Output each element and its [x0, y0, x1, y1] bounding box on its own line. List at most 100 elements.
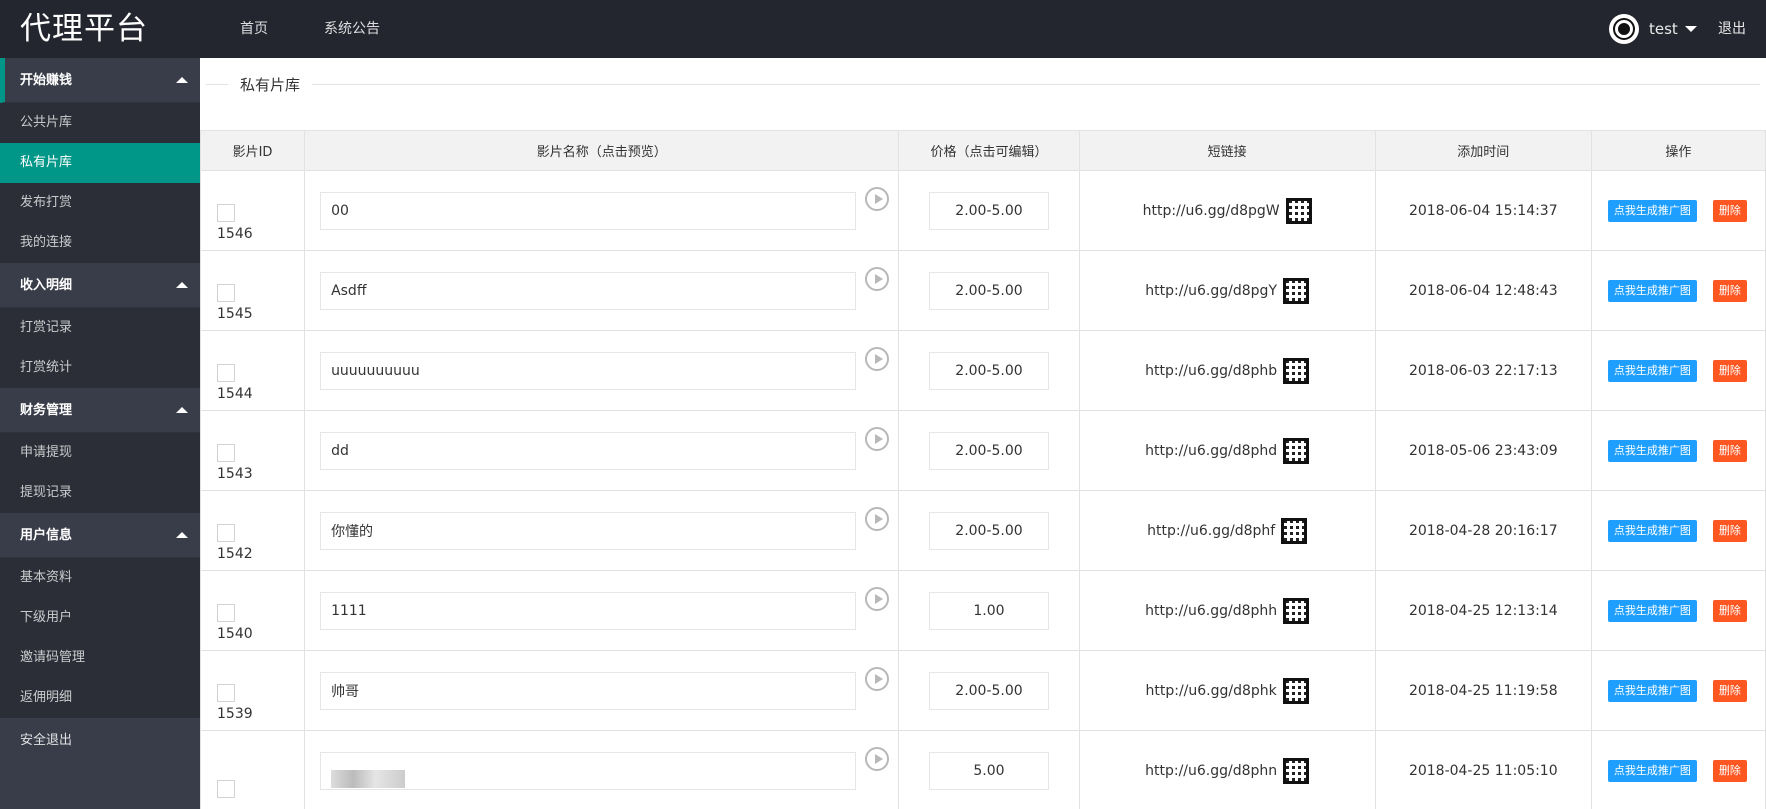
sidebar-item-sub-users[interactable]: 下级用户 — [0, 598, 200, 638]
sidebar-item-public-library[interactable]: 公共片库 — [0, 103, 200, 143]
play-icon[interactable] — [865, 747, 890, 771]
row-checkbox[interactable] — [217, 284, 235, 302]
cell-name: 你懂的 — [304, 490, 900, 571]
qr-code-icon[interactable] — [1283, 357, 1310, 384]
delete-button[interactable]: 删除 — [1712, 279, 1747, 302]
video-name-input[interactable]: 1111 — [320, 591, 857, 630]
qr-code-icon[interactable] — [1283, 437, 1310, 464]
video-name-input[interactable]: 帅哥 — [320, 671, 857, 710]
qr-code-icon[interactable] — [1283, 597, 1310, 624]
video-name-input[interactable]: 00 — [320, 191, 857, 230]
row-checkbox[interactable] — [217, 684, 235, 702]
col-header-name[interactable]: 影片名称（点击预览） — [304, 130, 900, 171]
video-name-input[interactable]: 你懂的 — [320, 511, 857, 550]
row-checkbox[interactable] — [217, 444, 235, 462]
generate-promo-button[interactable]: 点我生成推广图 — [1607, 679, 1697, 702]
video-name-input[interactable]: uuuuuuuuuu — [320, 351, 857, 390]
video-name-input[interactable]: dd — [320, 431, 857, 470]
col-header-price[interactable]: 价格（点击可编辑） — [898, 130, 1080, 171]
generate-promo-button[interactable]: 点我生成推广图 — [1607, 199, 1697, 222]
sidebar-item-apply-withdraw[interactable]: 申请提现 — [0, 433, 200, 473]
delete-button[interactable]: 删除 — [1712, 679, 1747, 702]
price-input[interactable]: 2.00-5.00 — [928, 271, 1049, 310]
price-input[interactable]: 2.00-5.00 — [928, 511, 1049, 550]
col-header-time[interactable]: 添加时间 — [1374, 130, 1592, 171]
sidebar-item-reward-records[interactable]: 打赏记录 — [0, 308, 200, 348]
generate-promo-button[interactable]: 点我生成推广图 — [1607, 599, 1697, 622]
generate-promo-button[interactable]: 点我生成推广图 — [1607, 439, 1697, 462]
qr-code-icon[interactable] — [1281, 517, 1308, 544]
row-checkbox[interactable] — [217, 364, 235, 382]
generate-promo-button[interactable]: 点我生成推广图 — [1607, 279, 1697, 302]
cell-id: 1539 — [200, 650, 306, 731]
delete-button[interactable]: 删除 — [1712, 439, 1747, 462]
play-icon[interactable] — [865, 427, 890, 451]
qr-code-icon[interactable] — [1283, 277, 1309, 304]
cell-link: http://u6.gg/d8phk — [1078, 650, 1376, 731]
qr-code-icon[interactable] — [1282, 677, 1309, 704]
sidebar-group-finance[interactable]: 财务管理 — [0, 388, 200, 433]
logout-link[interactable]: 退出 — [1718, 0, 1746, 58]
generate-promo-button[interactable]: 点我生成推广图 — [1607, 359, 1697, 382]
sidebar-item-invite-codes[interactable]: 邀请码管理 — [0, 638, 200, 678]
price-input[interactable]: 1.00 — [928, 591, 1049, 630]
row-checkbox[interactable] — [217, 780, 235, 798]
sidebar-item-commission[interactable]: 返佣明细 — [0, 678, 200, 718]
table-row: 1542 你懂的 2.00-5.00 http://u6.gg/d8phf 20… — [200, 490, 1766, 571]
video-name-input[interactable] — [320, 751, 857, 790]
row-checkbox[interactable] — [217, 204, 235, 222]
cell-actions: 点我生成推广图 删除 — [1590, 490, 1766, 571]
sidebar-item-profile[interactable]: 基本资料 — [0, 558, 200, 598]
play-icon[interactable] — [865, 187, 890, 211]
generate-promo-button[interactable]: 点我生成推广图 — [1607, 519, 1697, 542]
sidebar-item-my-links[interactable]: 我的连接 — [0, 223, 200, 263]
short-link[interactable]: http://u6.gg/d8phf — [1147, 523, 1275, 539]
sidebar-item-reward-stats[interactable]: 打赏统计 — [0, 348, 200, 388]
nav-home[interactable]: 首页 — [240, 0, 268, 58]
play-icon[interactable] — [865, 587, 890, 611]
row-checkbox[interactable] — [217, 604, 235, 622]
price-input[interactable]: 2.00-5.00 — [928, 351, 1049, 390]
play-icon[interactable] — [865, 667, 890, 691]
cell-price: 2.00-5.00 — [898, 650, 1080, 731]
price-input[interactable]: 2.00-5.00 — [928, 431, 1049, 470]
delete-button[interactable]: 删除 — [1712, 759, 1747, 782]
delete-button[interactable]: 删除 — [1712, 199, 1747, 222]
cell-price: 1.00 — [898, 570, 1080, 651]
generate-promo-button[interactable]: 点我生成推广图 — [1607, 759, 1697, 782]
sidebar-item-safe-logout[interactable]: 安全退出 — [0, 718, 200, 763]
short-link[interactable]: http://u6.gg/d8phn — [1145, 763, 1277, 779]
video-id: 1546 — [217, 226, 253, 242]
short-link[interactable]: http://u6.gg/d8phh — [1145, 603, 1277, 619]
section-header: 私有片库 — [206, 74, 1760, 96]
sidebar-group-user-info[interactable]: 用户信息 — [0, 513, 200, 558]
nav-announcements[interactable]: 系统公告 — [324, 0, 380, 58]
delete-button[interactable]: 删除 — [1712, 359, 1747, 382]
short-link[interactable]: http://u6.gg/d8phd — [1145, 443, 1277, 459]
price-input[interactable]: 2.00-5.00 — [928, 671, 1049, 710]
delete-button[interactable]: 删除 — [1712, 599, 1747, 622]
sidebar-group-income[interactable]: 收入明细 — [0, 263, 200, 308]
delete-button[interactable]: 删除 — [1712, 519, 1747, 542]
price-input[interactable]: 2.00-5.00 — [928, 191, 1049, 230]
col-header-link[interactable]: 短链接 — [1078, 130, 1376, 171]
play-icon[interactable] — [865, 347, 890, 371]
video-name-input[interactable]: Asdff — [320, 271, 857, 310]
qr-code-icon[interactable] — [1285, 197, 1312, 224]
short-link[interactable]: http://u6.gg/d8pgW — [1143, 203, 1280, 219]
sidebar-item-private-library[interactable]: 私有片库 — [0, 143, 200, 183]
sidebar-item-publish-reward[interactable]: 发布打赏 — [0, 183, 200, 223]
sidebar-item-withdraw-records[interactable]: 提现记录 — [0, 473, 200, 513]
price-input[interactable]: 5.00 — [928, 751, 1049, 790]
short-link[interactable]: http://u6.gg/d8phb — [1145, 363, 1277, 379]
col-header-actions: 操作 — [1590, 130, 1766, 171]
sidebar-group-start-earning[interactable]: 开始赚钱 — [0, 58, 200, 103]
col-header-id[interactable]: 影片ID — [200, 130, 306, 171]
play-icon[interactable] — [865, 507, 890, 531]
play-icon[interactable] — [865, 267, 890, 291]
user-menu[interactable]: test — [1609, 14, 1697, 44]
row-checkbox[interactable] — [217, 524, 235, 542]
short-link[interactable]: http://u6.gg/d8pgY — [1145, 283, 1277, 299]
short-link[interactable]: http://u6.gg/d8phk — [1146, 683, 1277, 699]
qr-code-icon[interactable] — [1283, 757, 1310, 784]
